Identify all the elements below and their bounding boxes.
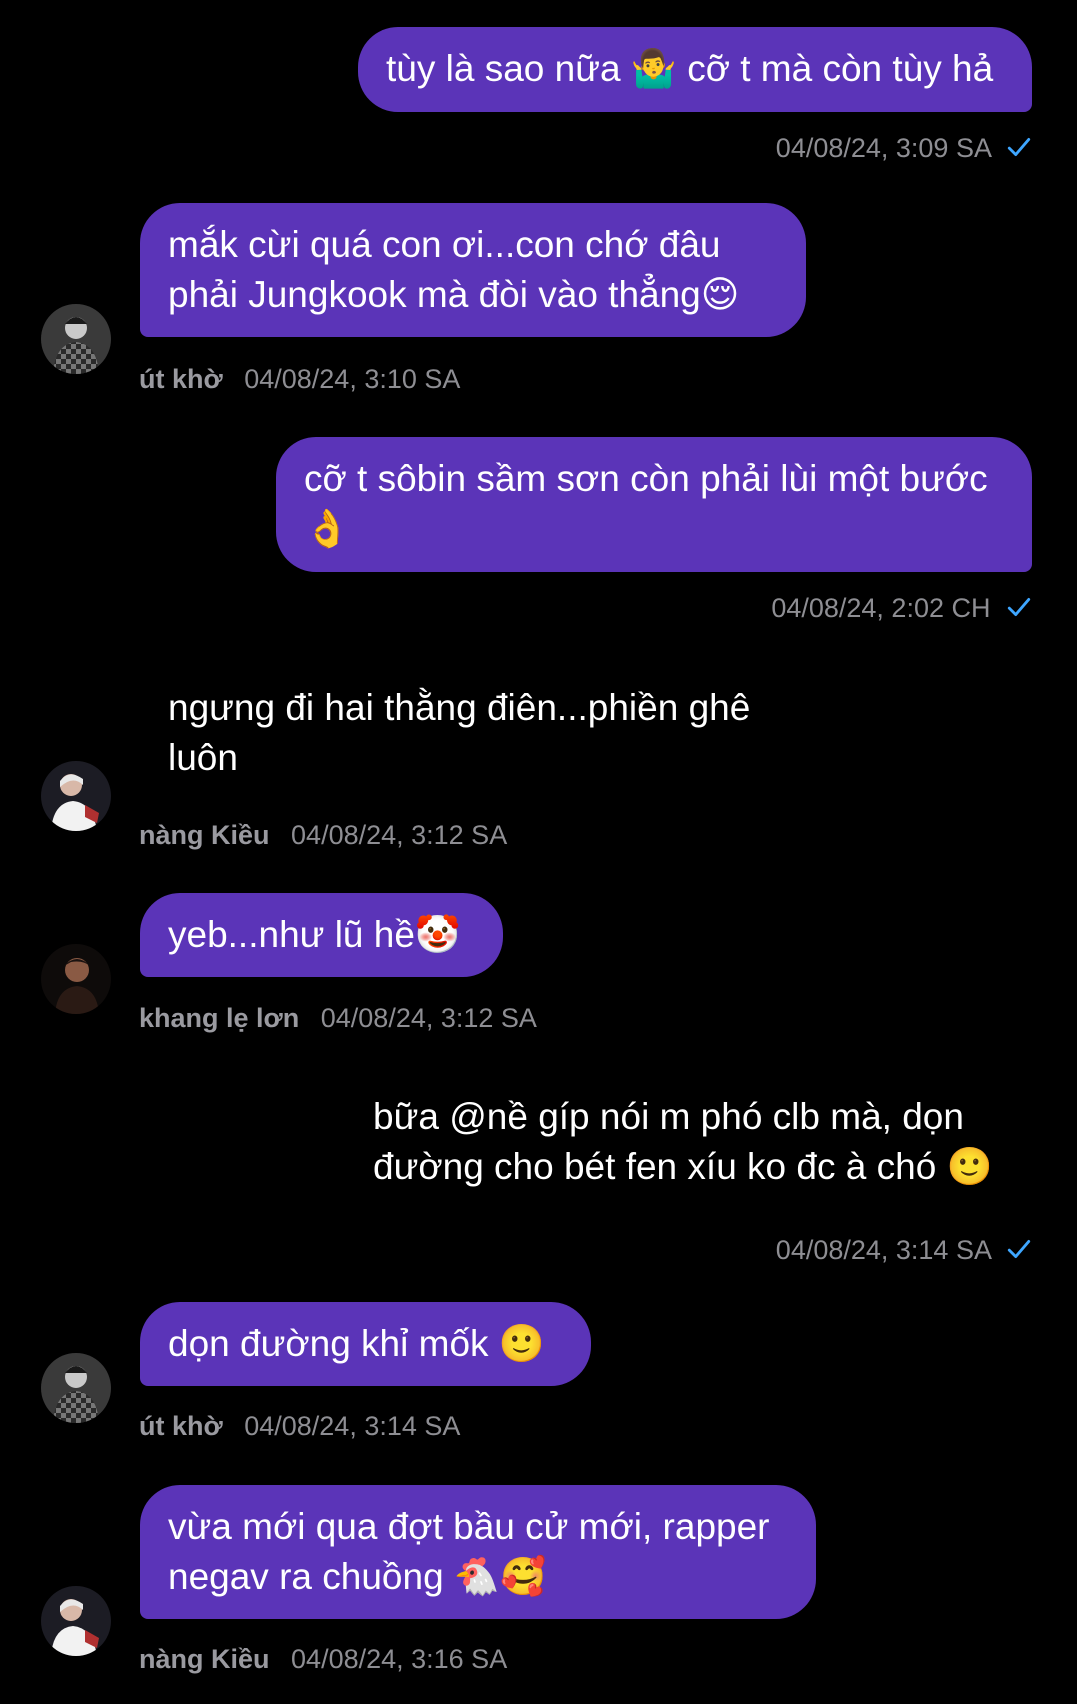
message-time: 04/08/24, 3:12 SA <box>320 1003 537 1033</box>
message-meta: út khờ 04/08/24, 3:14 SA <box>139 1411 460 1442</box>
incoming-message-bubble[interactable]: mắk cừi quá con ơi...con chớ đâu phải Ju… <box>140 203 806 337</box>
outgoing-message-text[interactable]: bữa @nề gíp nói m phó clb mà, dọn đường … <box>345 1092 1035 1202</box>
incoming-message-bubble[interactable]: dọn đường khỉ mốk 🙂 <box>140 1302 591 1386</box>
message-meta: 04/08/24, 3:09 SA <box>776 133 1032 164</box>
message-meta: khang lẹ lơn 04/08/24, 3:12 SA <box>139 1003 537 1034</box>
avatar-person-icon[interactable] <box>41 761 111 831</box>
sender-name[interactable]: khang lẹ lơn <box>139 1003 299 1033</box>
message-meta: 04/08/24, 3:14 SA <box>776 1235 1032 1266</box>
message-time: 04/08/24, 3:16 SA <box>291 1644 508 1674</box>
avatar-person-icon[interactable] <box>41 1586 111 1656</box>
message-meta: út khờ 04/08/24, 3:10 SA <box>139 364 460 395</box>
avatar-checkered-icon[interactable] <box>41 1353 111 1423</box>
sender-name[interactable]: nàng Kiều <box>139 820 270 850</box>
message-meta: nàng Kiều 04/08/24, 3:16 SA <box>139 1644 507 1675</box>
message-time: 04/08/24, 3:10 SA <box>244 364 461 394</box>
incoming-message-bubble[interactable]: yeb...như lũ hề🤡 <box>140 893 503 977</box>
chat-thread[interactable]: tùy là sao nữa 🤷‍♂️ cỡ t mà còn tùy hả 0… <box>0 0 1077 1704</box>
message-time: 04/08/24, 3:14 SA <box>244 1411 461 1441</box>
message-time: 04/08/24, 3:12 SA <box>291 820 508 850</box>
outgoing-message-bubble[interactable]: tùy là sao nữa 🤷‍♂️ cỡ t mà còn tùy hả <box>358 27 1032 112</box>
check-icon <box>1007 1240 1031 1258</box>
sender-name[interactable]: út khờ <box>139 364 223 394</box>
message-time: 04/08/24, 3:09 SA <box>775 133 991 163</box>
incoming-message-text[interactable]: ngưng đi hai thằng điên...phiền ghê luôn <box>140 683 800 793</box>
check-icon <box>1007 598 1031 616</box>
sender-name[interactable]: út khờ <box>139 1411 223 1441</box>
message-time: 04/08/24, 3:14 SA <box>775 1235 991 1265</box>
avatar-dark-icon[interactable] <box>41 944 111 1014</box>
message-time: 04/08/24, 2:02 CH <box>771 593 991 623</box>
message-meta: 04/08/24, 2:02 CH <box>771 593 1032 624</box>
incoming-message-bubble[interactable]: vừa mới qua đợt bầu cử mới, rapper negav… <box>140 1485 816 1619</box>
outgoing-message-bubble[interactable]: cỡ t sôbin sầm sơn còn phải lùi một bước… <box>276 437 1032 572</box>
message-meta: nàng Kiều 04/08/24, 3:12 SA <box>139 820 507 851</box>
check-icon <box>1007 138 1031 156</box>
sender-name[interactable]: nàng Kiều <box>139 1644 270 1674</box>
avatar-checkered-icon[interactable] <box>41 304 111 374</box>
